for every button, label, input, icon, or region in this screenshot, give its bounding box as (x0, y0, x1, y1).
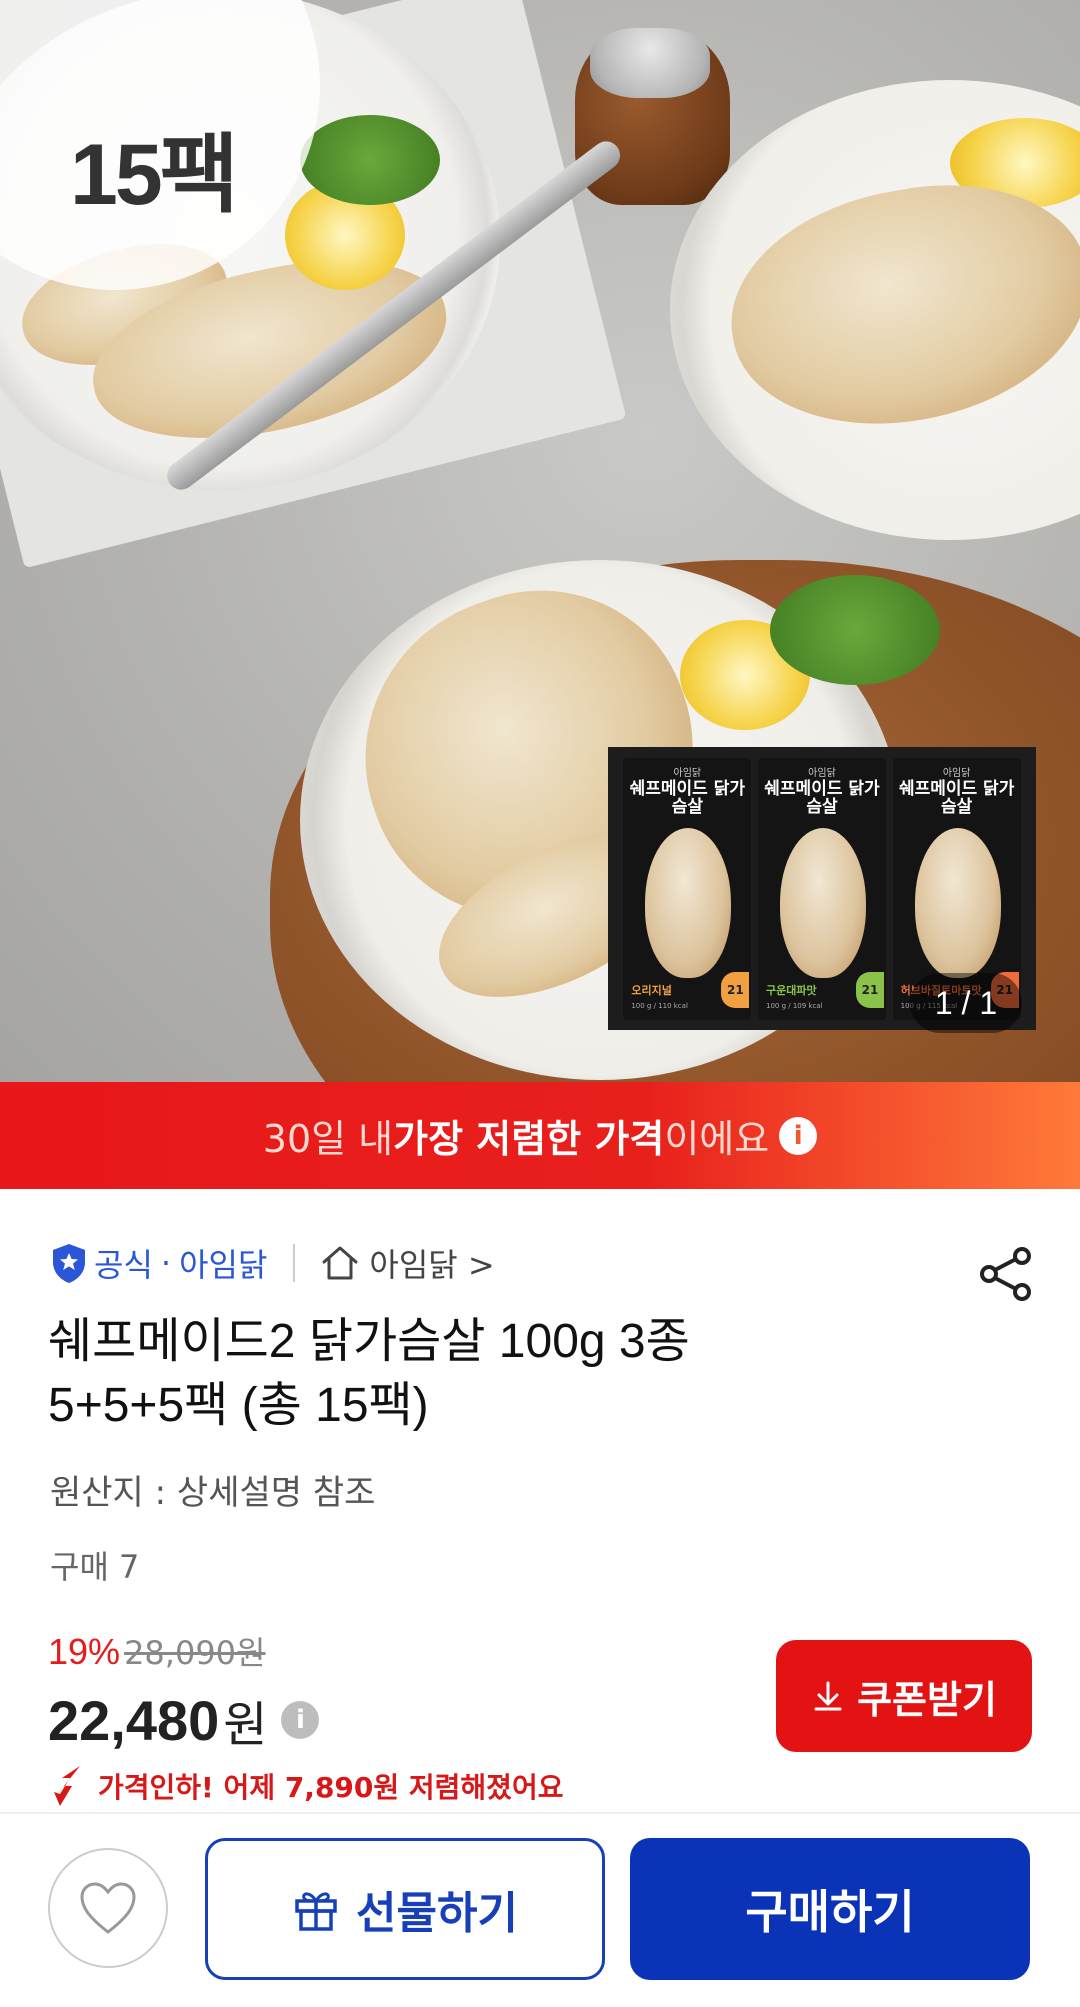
download-icon (814, 1681, 842, 1711)
store-label: 아임닭 > (369, 1246, 495, 1284)
banner-text-pre: 30일 내 (262, 1117, 394, 1161)
origin-info: 원산지 : 상세설명 참조 (50, 1473, 376, 1513)
purchase-count: 구매 7 (50, 1548, 140, 1586)
store-link[interactable]: 아임닭 > (321, 1240, 495, 1286)
package-meat-image (779, 827, 866, 978)
gift-icon (295, 1892, 337, 1931)
package-nutrition: 100 g / 110 kcal (631, 1001, 688, 1010)
info-icon[interactable]: i (281, 1701, 320, 1739)
coupon-button[interactable]: 쿠폰받기 (776, 1640, 1032, 1752)
shield-check-icon (53, 1244, 85, 1283)
buy-label: 구매하기 (745, 1886, 915, 1938)
package-protein-tag: 21 (721, 971, 750, 1008)
original-price: 28,090원 (124, 1634, 266, 1672)
wishlist-button[interactable] (48, 1848, 168, 1968)
seller-row: 공식 · 아임닭 아임닭 > (50, 1240, 495, 1286)
currency-label: 원 (223, 1697, 268, 1753)
package-protein-tag: 21 (855, 971, 884, 1008)
banner-text-bold: 가장 저렴한 가격 (393, 1117, 665, 1161)
product-image[interactable]: 15팩 아임닭 쉐프메이드 닭가슴살 오리지널 100 g / 110 kcal… (0, 0, 1080, 1082)
image-counter: 1 / 1 (910, 973, 1022, 1033)
package-meat-image (914, 827, 1001, 978)
package-brand: 아임닭 (808, 767, 836, 779)
herb-decor (300, 115, 440, 205)
price-down-icon (54, 1766, 80, 1806)
lowest-price-banner[interactable]: 30일 내 가장 저렴한 가격 이에요 i (0, 1082, 1080, 1189)
heart-icon (80, 1882, 136, 1934)
banner-text-post: 이에요 (664, 1117, 770, 1161)
price-row: 22,480 원 i (48, 1685, 320, 1755)
product-title-line: 5+5+5팩 (총 15팩) (48, 1379, 429, 1432)
brand-link[interactable]: 아임닭 (179, 1240, 267, 1286)
package-flavor: 오리지널 (631, 983, 672, 997)
price-drop-notice: 가격인하! 어제 7,890원 저렴해졌어요 (50, 1764, 563, 1808)
discount-rate: 19% (48, 1631, 121, 1672)
divider (293, 1244, 296, 1282)
gift-label: 선물하기 (356, 1889, 518, 1938)
separator-dot: · (160, 1244, 172, 1282)
package-title: 쉐프메이드 닭가슴살 (629, 778, 746, 817)
package-item: 아임닭 쉐프메이드 닭가슴살 구운대파맛 100 g / 109 kcal 21 (757, 757, 886, 1020)
herb-decor (770, 575, 940, 685)
home-icon (322, 1246, 358, 1280)
package-nutrition: 100 g / 109 kcal (765, 1001, 823, 1010)
discount-row: 19% 28,090원 (48, 1628, 265, 1674)
bottom-divider (0, 1812, 1080, 1814)
package-item: 아임닭 쉐프메이드 닭가슴살 오리지널 100 g / 110 kcal 21 (623, 757, 752, 1020)
package-flavor: 구운대파맛 (765, 983, 817, 997)
info-icon[interactable]: i (779, 1116, 818, 1155)
pack-badge-text: 15팩 (70, 127, 239, 223)
product-title-line: 쉐프메이드2 닭가슴살 100g 3종 (48, 1315, 690, 1368)
gift-button[interactable]: 선물하기 (205, 1838, 605, 1980)
shaker-decor (590, 28, 710, 98)
sale-price: 22,480 (48, 1688, 220, 1752)
product-title: 쉐프메이드2 닭가슴살 100g 3종 5+5+5팩 (총 15팩) (48, 1310, 1028, 1438)
package-title: 쉐프메이드 닭가슴살 (764, 778, 880, 817)
buy-button[interactable]: 구매하기 (630, 1838, 1030, 1980)
package-meat-image (645, 827, 732, 978)
price-drop-text: 가격인하! 어제 7,890원 저렴해졌어요 (98, 1771, 564, 1804)
coupon-label: 쿠폰받기 (857, 1679, 997, 1722)
official-label[interactable]: 공식 (94, 1240, 153, 1286)
package-title: 쉐프메이드 닭가슴살 (898, 778, 1015, 817)
share-icon[interactable] (978, 1245, 1034, 1303)
package-brand: 아임닭 (673, 767, 702, 779)
package-brand: 아임닭 (942, 767, 971, 779)
